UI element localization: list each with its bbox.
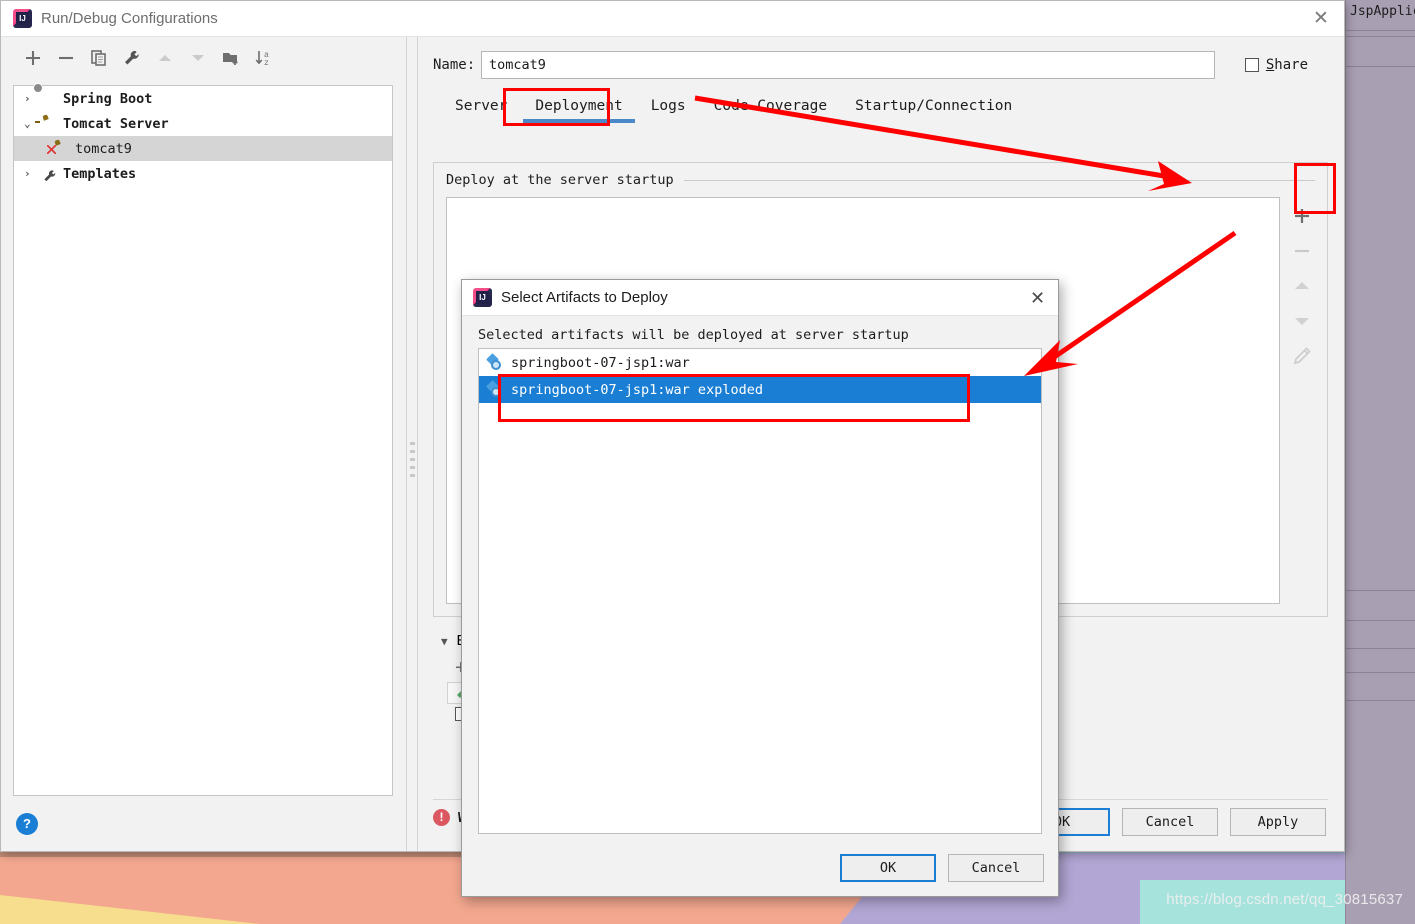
wrench-icon[interactable] bbox=[122, 48, 142, 68]
minus-icon[interactable] bbox=[56, 48, 76, 68]
help-icon[interactable]: ? bbox=[16, 813, 38, 835]
name-label: Name: bbox=[433, 57, 476, 73]
select-artifacts-dialog: Select Artifacts to Deploy ✕ Selected ar… bbox=[461, 279, 1059, 897]
artifact-icon bbox=[486, 352, 504, 371]
dialog-button-row: OK Cancel Apply bbox=[1014, 808, 1326, 836]
close-icon[interactable]: ✕ bbox=[1025, 286, 1050, 310]
sort-az-icon[interactable]: a z bbox=[254, 48, 274, 68]
caption-rule bbox=[683, 179, 1315, 181]
tomcat-icon bbox=[42, 116, 60, 132]
spring-boot-icon bbox=[42, 91, 60, 107]
tree-item-label: tomcat9 bbox=[75, 140, 132, 157]
configurations-tree[interactable]: › Spring Boot ⌄ Tomcat Server tomcat9 › bbox=[13, 85, 393, 796]
share-checkbox[interactable]: Share bbox=[1244, 57, 1308, 73]
dialog-title: Run/Debug Configurations bbox=[41, 10, 218, 27]
chevron-down-icon[interactable]: ⌄ bbox=[24, 117, 42, 130]
minus-icon[interactable] bbox=[1291, 240, 1313, 262]
plus-icon[interactable] bbox=[23, 48, 43, 68]
pencil-icon[interactable] bbox=[1291, 345, 1313, 367]
name-input[interactable]: tomcat9 bbox=[481, 51, 1215, 79]
cancel-button[interactable]: Cancel bbox=[948, 854, 1044, 882]
artifact-icon bbox=[486, 379, 504, 398]
name-row: Name: tomcat9 Share bbox=[419, 37, 1344, 79]
list-item[interactable]: springboot-07-jsp1:war exploded bbox=[479, 376, 1041, 403]
artifact-dialog-title: Select Artifacts to Deploy bbox=[501, 289, 668, 306]
tab-startup-connection[interactable]: Startup/Connection bbox=[841, 94, 1026, 123]
list-item[interactable]: springboot-07-jsp1:war bbox=[479, 349, 1041, 376]
deploy-caption-label: Deploy at the server startup bbox=[446, 172, 674, 188]
configurations-left-pane: a z › Spring Boot ⌄ Tomcat Server tomcat… bbox=[1, 37, 406, 851]
pane-splitter[interactable] bbox=[406, 37, 418, 851]
copy-icon[interactable] bbox=[89, 48, 109, 68]
tab-deployment[interactable]: Deployment bbox=[521, 94, 636, 123]
share-label: Share bbox=[1265, 57, 1308, 73]
chevron-right-icon[interactable]: › bbox=[24, 167, 42, 180]
chevron-right-icon[interactable]: › bbox=[24, 92, 42, 105]
tree-item-label: Spring Boot bbox=[63, 90, 153, 107]
tree-item-tomcat-server[interactable]: ⌄ Tomcat Server bbox=[14, 111, 392, 136]
folder-add-icon[interactable] bbox=[221, 48, 241, 68]
artifact-dialog-button-row: OK Cancel bbox=[840, 854, 1044, 882]
share-mnemonic: S bbox=[1265, 57, 1275, 73]
apply-button[interactable]: Apply bbox=[1230, 808, 1326, 836]
arrow-down-icon[interactable] bbox=[188, 48, 208, 68]
tomcat-error-icon bbox=[54, 141, 72, 157]
arrow-up-icon[interactable] bbox=[155, 48, 175, 68]
splitter-grip[interactable] bbox=[410, 442, 415, 486]
tree-item-tomcat9[interactable]: tomcat9 bbox=[14, 136, 392, 161]
tree-item-spring-boot[interactable]: › Spring Boot bbox=[14, 86, 392, 111]
svg-text:z: z bbox=[264, 59, 269, 68]
close-icon[interactable]: ✕ bbox=[1308, 7, 1334, 31]
tab-server[interactable]: Server bbox=[441, 94, 521, 123]
deploy-caption-row: Deploy at the server startup bbox=[434, 163, 1327, 188]
background-ide-window: JspApplica bbox=[1345, 0, 1415, 924]
artifact-dialog-titlebar: Select Artifacts to Deploy ✕ bbox=[462, 280, 1058, 316]
artifact-label: springboot-07-jsp1:war exploded bbox=[511, 381, 763, 398]
error-icon: ! bbox=[433, 809, 450, 826]
deployment-side-toolbar bbox=[1285, 197, 1319, 604]
arrow-up-icon[interactable] bbox=[1291, 275, 1313, 297]
intellij-idea-icon bbox=[13, 9, 32, 28]
cancel-button[interactable]: Cancel bbox=[1122, 808, 1218, 836]
tree-item-templates[interactable]: › Templates bbox=[14, 161, 392, 186]
watermark-text: https://blog.csdn.net/qq_30815637 bbox=[1166, 891, 1403, 908]
chevron-down-icon[interactable]: ▼ bbox=[441, 635, 448, 648]
editor-tabs: Server Deployment Logs Code Coverage Sta… bbox=[419, 79, 1344, 123]
wrench-icon bbox=[42, 166, 60, 182]
tree-item-label: Templates bbox=[63, 165, 137, 182]
arrow-down-icon[interactable] bbox=[1291, 310, 1313, 332]
artifact-list[interactable]: springboot-07-jsp1:war springboot-07-jsp… bbox=[478, 348, 1042, 834]
plus-icon[interactable] bbox=[1291, 205, 1313, 227]
tree-item-label: Tomcat Server bbox=[63, 115, 169, 132]
dialog-titlebar: Run/Debug Configurations ✕ bbox=[1, 1, 1344, 37]
tab-logs[interactable]: Logs bbox=[637, 94, 700, 123]
tree-toolbar: a z bbox=[1, 37, 406, 77]
intellij-idea-icon bbox=[473, 288, 492, 307]
ok-button[interactable]: OK bbox=[840, 854, 936, 882]
artifact-label: springboot-07-jsp1:war bbox=[511, 354, 690, 371]
background-window-title: JspApplica bbox=[1350, 4, 1415, 19]
checkbox-box[interactable] bbox=[1244, 58, 1259, 72]
tab-code-coverage[interactable]: Code Coverage bbox=[700, 94, 842, 123]
artifact-dialog-subtitle: Selected artifacts will be deployed at s… bbox=[478, 327, 909, 343]
